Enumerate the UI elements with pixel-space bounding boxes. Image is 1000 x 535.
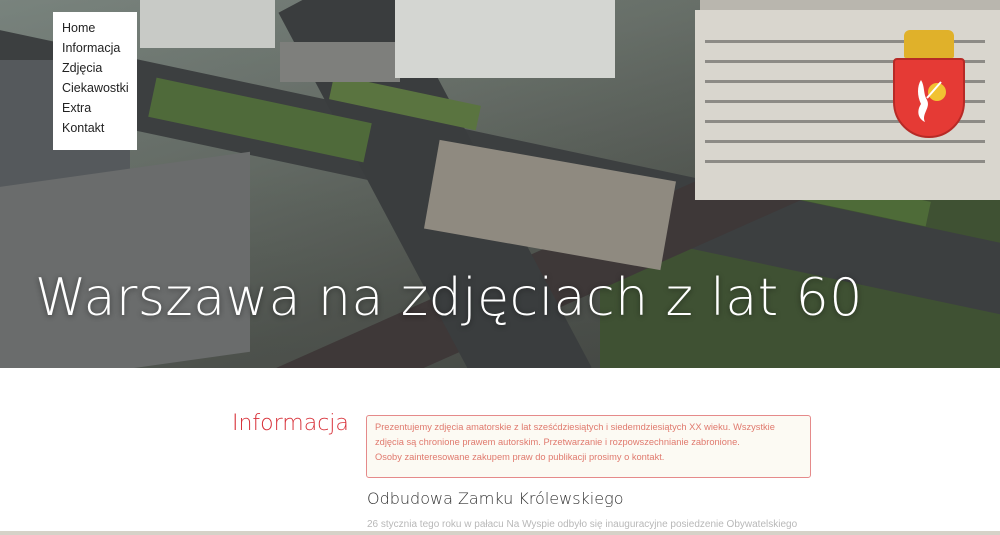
nav-item-informacja[interactable]: Informacja xyxy=(62,38,137,58)
nav-item-kontakt[interactable]: Kontakt xyxy=(62,118,137,138)
main-menu: Home Informacja Zdjęcia Ciekawostki Extr… xyxy=(53,12,137,150)
photo-building xyxy=(140,0,275,48)
article-text: 26 stycznia tego roku w pałacu Na Wyspie… xyxy=(367,519,798,530)
coat-of-arms-icon xyxy=(893,58,965,138)
photo-building xyxy=(280,42,400,82)
section-heading: Informacja xyxy=(232,411,349,436)
photo-building xyxy=(395,0,615,78)
notice-line: Prezentujemy zdjęcia amatorskie z lat sz… xyxy=(375,422,775,432)
nav-item-extra[interactable]: Extra xyxy=(62,98,137,118)
mermaid-icon xyxy=(918,80,946,122)
article-title: Odbudowa Zamku Królewskiego xyxy=(367,489,624,508)
divider xyxy=(0,531,1000,535)
nav-item-ciekawostki[interactable]: Ciekawostki xyxy=(62,78,137,98)
hero-title: Warszawa na zdjęciach z lat 60 xyxy=(35,268,863,328)
copyright-notice: Prezentujemy zdjęcia amatorskie z lat sz… xyxy=(366,415,811,478)
crown-icon xyxy=(904,30,954,58)
nav-item-home[interactable]: Home xyxy=(62,18,137,38)
notice-line: Osoby zainteresowane zakupem praw do pub… xyxy=(375,452,665,462)
nav-item-zdjecia[interactable]: Zdjęcia xyxy=(62,58,137,78)
notice-line: zdjęcia są chronione prawem autorskim. P… xyxy=(375,437,740,447)
